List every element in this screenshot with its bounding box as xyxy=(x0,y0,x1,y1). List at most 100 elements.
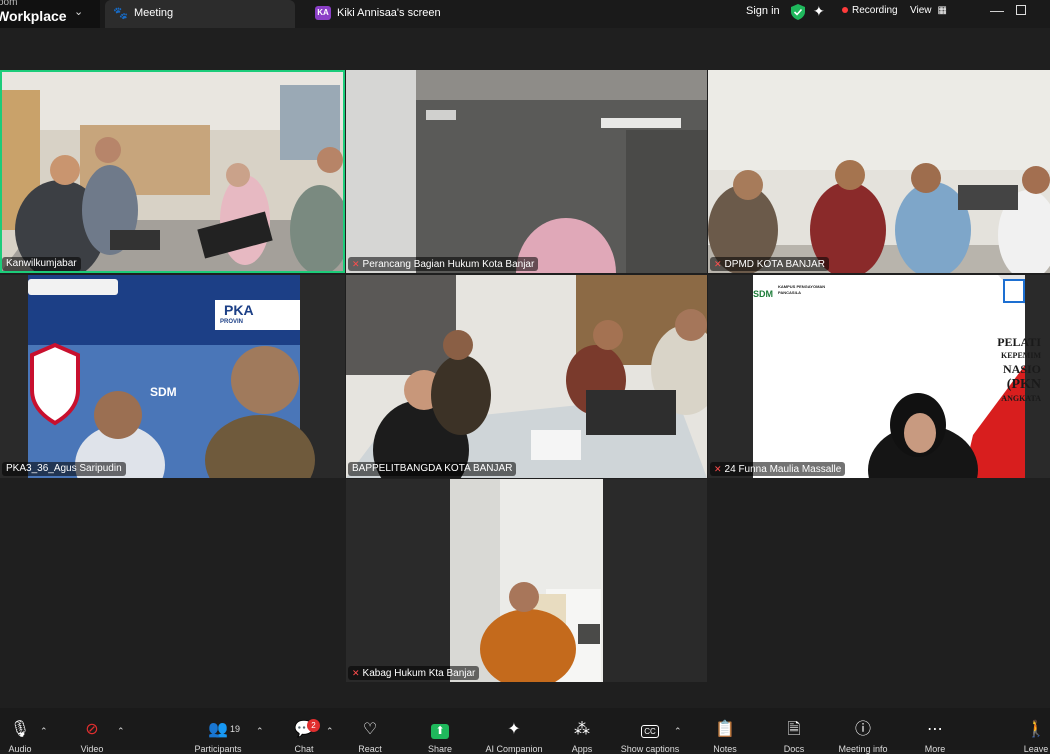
tab-shared-screen[interactable]: KA Kiki Annisaa's screen xyxy=(305,0,505,28)
video-options-caret[interactable]: ⌃ xyxy=(117,726,125,737)
participant-name-label: ✕ Kabag Hukum Kta Banjar xyxy=(348,666,480,680)
participant-name-label: BAPPELITBANGDA KOTA BANJAR xyxy=(348,462,517,476)
video-feed xyxy=(346,275,707,478)
meeting-info-label: Meeting info xyxy=(838,744,888,754)
participant-name: DPMD KOTA BANJAR xyxy=(724,259,825,270)
captions-options-caret[interactable]: ⌃ xyxy=(674,726,682,737)
maximize-icon[interactable] xyxy=(1016,5,1026,15)
sdm-logo-text: SDM xyxy=(753,289,773,299)
apps-label: Apps xyxy=(571,744,593,754)
video-feed xyxy=(708,70,1050,273)
more-button[interactable]: ⋯ More xyxy=(900,708,970,754)
view-button[interactable]: View ▦ xyxy=(910,5,948,16)
recording-indicator[interactable]: Recording xyxy=(836,3,904,19)
sparkle-icon[interactable]: ✦ xyxy=(813,3,825,20)
participant-name-label: PKA3_36_Agus Saripudin xyxy=(2,462,126,476)
leave-label: Leave xyxy=(1023,744,1049,754)
slide-line: (PKN xyxy=(1006,377,1041,392)
ai-sparkle-icon: ✦ xyxy=(507,721,521,738)
heart-icon: ♡ xyxy=(362,721,378,738)
audio-options-caret[interactable]: ⌃ xyxy=(40,726,48,737)
avatar: KA xyxy=(315,6,331,20)
leave-button[interactable]: 🚶 Leave xyxy=(1001,708,1050,754)
participants-label: Participants xyxy=(194,744,242,754)
chat-label: Chat xyxy=(294,744,314,754)
participants-options-caret[interactable]: ⌃ xyxy=(256,726,264,737)
video-feed xyxy=(0,70,345,273)
shield-icon[interactable] xyxy=(791,4,805,20)
share-label: Share xyxy=(427,744,453,754)
participant-name: BAPPELITBANGDA KOTA BANJAR xyxy=(352,463,513,474)
ai-companion-button[interactable]: ✦ AI Companion xyxy=(474,708,554,754)
brand-top: oom xyxy=(0,0,18,8)
participants-count: 19 xyxy=(230,724,241,734)
pka-subheading: PROVIN xyxy=(220,319,244,325)
participant-name-label: ✕ 24 Funna Maulia Massalle xyxy=(710,462,846,476)
docs-icon: 🗎 xyxy=(787,721,801,738)
chat-unread-badge: 2 xyxy=(307,719,320,732)
tab-meeting[interactable]: 🐾 Meeting xyxy=(105,0,295,28)
video-tile[interactable]: SDM KAMPUS PENGAYOMAN PANCASILA PELATI K… xyxy=(708,275,1050,478)
participant-name-label: ✕ DPMD KOTA BANJAR xyxy=(710,257,829,271)
captions-label: Show captions xyxy=(620,744,680,754)
brand-name: Workplace xyxy=(0,8,67,24)
slide-title: PELATI KEPEMIM NASIO (PKN ANGKATA xyxy=(966,335,1041,405)
slide-line: ANGKATA xyxy=(1001,394,1041,403)
video-tile[interactable]: Kanwilkumjabar xyxy=(0,70,345,273)
mic-muted-icon: ✕ xyxy=(352,259,360,269)
participants-button[interactable]: 👥 Participants xyxy=(183,708,253,754)
participant-name: Kabag Hukum Kta Banjar xyxy=(362,668,476,679)
tab-meeting-label: Meeting xyxy=(134,7,174,19)
mic-muted-icon: ✕ xyxy=(352,668,360,678)
sign-in-link[interactable]: Sign in xyxy=(746,5,780,17)
participant-name: Kanwilkumjabar xyxy=(6,258,77,269)
participants-icon: 👥 xyxy=(208,721,228,738)
video-tile[interactable]: BAPPELITBANGDA KOTA BANJAR xyxy=(346,275,707,478)
grid-icon: ▦ xyxy=(937,5,948,16)
react-label: React xyxy=(358,744,382,754)
docs-label: Docs xyxy=(783,744,805,754)
video-tile[interactable]: ✕ Kabag Hukum Kta Banjar xyxy=(346,479,707,682)
react-button[interactable]: ♡ React xyxy=(335,708,405,754)
participant-name: PKA3_36_Agus Saripudin xyxy=(6,463,122,474)
meeting-toolbar: 🎙 Audio ⌃ ⊘ Video ⌃ 👥 Participants 19 ⌃ … xyxy=(0,708,1050,754)
video-feed xyxy=(28,275,315,478)
video-tile[interactable]: ✕ Perancang Bagian Hukum Kota Banjar xyxy=(346,70,707,273)
meeting-info-button[interactable]: ⓘ Meeting info xyxy=(828,708,898,754)
leave-icon: 🚶 xyxy=(1026,721,1046,738)
video-label: Video xyxy=(80,744,104,754)
view-label: View xyxy=(910,5,932,16)
notes-button[interactable]: 📋 Notes xyxy=(690,708,760,754)
apps-icon: ⁂ xyxy=(574,721,590,738)
chevron-down-icon[interactable]: ⌄ xyxy=(74,5,83,18)
slide-line: KEPEMIM xyxy=(1001,351,1041,360)
slide-line: PELATI xyxy=(997,335,1041,349)
share-button[interactable]: ⬆ Share xyxy=(405,708,475,754)
paw-icon: 🐾 xyxy=(113,6,128,20)
video-tile[interactable]: PKA PROVIN SDM PKA3_36_Agus Saripudin xyxy=(0,275,345,478)
ai-companion-label: AI Companion xyxy=(485,744,543,754)
slide-line: NASIO xyxy=(1002,362,1041,376)
recording-label: Recording xyxy=(852,5,898,16)
mic-muted-icon: ✕ xyxy=(714,464,722,474)
audio-label: Audio xyxy=(8,744,32,754)
pka-heading: PKA xyxy=(224,302,254,318)
minimize-icon[interactable]: — xyxy=(990,2,1004,18)
participant-name-label: Kanwilkumjabar xyxy=(2,257,81,271)
more-label: More xyxy=(924,744,946,754)
apps-button[interactable]: ⁂ Apps xyxy=(547,708,617,754)
share-screen-icon: ⬆ xyxy=(405,720,475,740)
recording-dot-icon xyxy=(842,7,848,13)
app-brand[interactable]: oom Workplace ⌄ xyxy=(0,0,100,28)
top-bar: oom Workplace ⌄ 🐾 Meeting KA Kiki Annisa… xyxy=(0,0,1050,28)
notes-icon: 📋 xyxy=(715,721,735,738)
video-feed xyxy=(450,479,603,682)
notes-label: Notes xyxy=(713,744,737,754)
video-feed xyxy=(346,70,707,273)
docs-button[interactable]: 🗎 Docs xyxy=(759,708,829,754)
chat-options-caret[interactable]: ⌃ xyxy=(326,726,334,737)
video-tile[interactable]: ✕ DPMD KOTA BANJAR xyxy=(708,70,1050,273)
tab-screen-label: Kiki Annisaa's screen xyxy=(337,7,441,19)
sdm-sign: SDM xyxy=(150,385,177,399)
info-icon: ⓘ xyxy=(854,721,871,738)
